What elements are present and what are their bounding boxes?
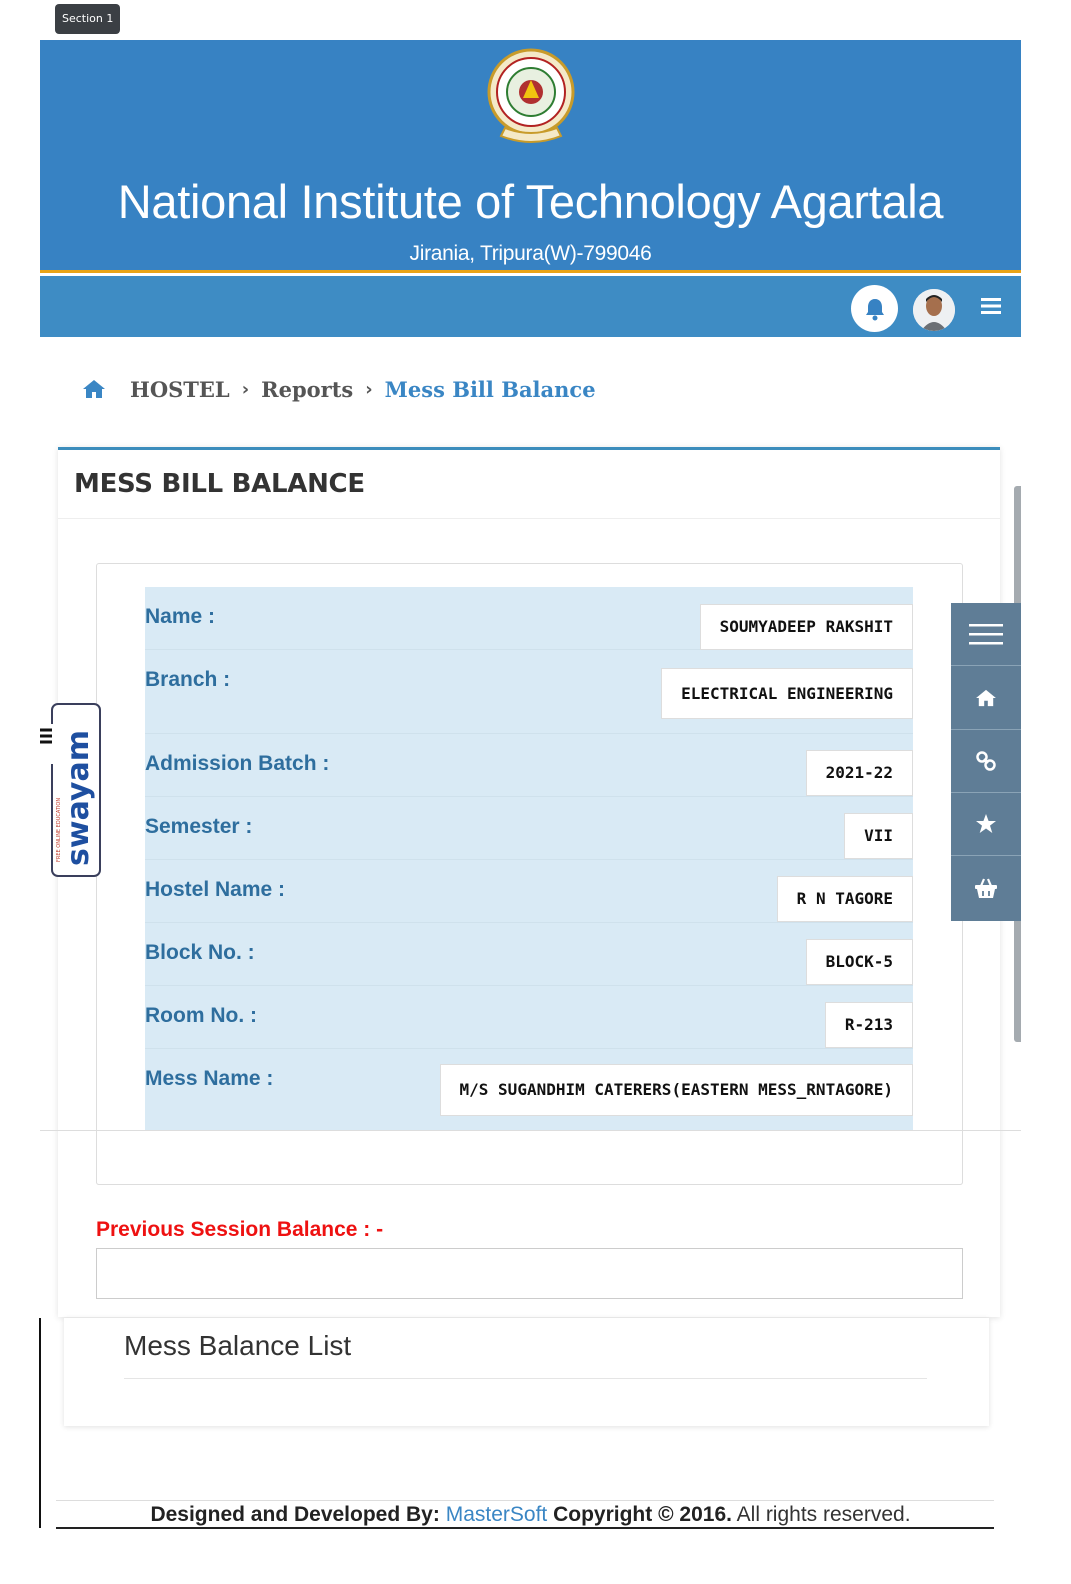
- page-title: MESS BILL BALANCE: [74, 469, 365, 499]
- block-no-label: Block No. :: [145, 941, 255, 964]
- bell-icon: [865, 298, 884, 320]
- top-navbar: [40, 276, 1021, 337]
- hostel-name-value: R N TAGORE: [776, 876, 913, 922]
- info-row-admission-batch: Admission Batch : 2021-22: [145, 734, 913, 797]
- divider: [56, 1527, 994, 1529]
- semester-value: VII: [844, 813, 913, 859]
- swayam-badge-logo[interactable]: swayam FREE ONLINE EDUCATION: [38, 700, 104, 880]
- home-icon: [976, 689, 996, 707]
- home-icon[interactable]: [82, 379, 106, 399]
- student-info-table: Name : SOUMYADEEP RAKSHIT Branch : ELECT…: [145, 587, 913, 1131]
- admission-batch-value: 2021-22: [805, 750, 913, 796]
- mess-balance-list-panel: Mess Balance List: [64, 1318, 989, 1426]
- previous-balance-label: Previous Session Balance : -: [96, 1218, 384, 1241]
- branch-value: ELECTRICAL ENGINEERING: [661, 668, 913, 719]
- mess-balance-list-title: Mess Balance List: [124, 1330, 352, 1361]
- divider: [124, 1378, 927, 1379]
- side-basket-button[interactable]: [951, 856, 1021, 919]
- breadcrumb-mess-bill-balance: Mess Bill Balance: [384, 376, 596, 402]
- side-menu-button[interactable]: [951, 603, 1021, 666]
- student-info-box-bottom: [96, 1131, 963, 1185]
- user-photo: [913, 289, 955, 331]
- side-home-button[interactable]: [951, 667, 1021, 730]
- mess-name-label: Mess Name :: [145, 1067, 274, 1090]
- hostel-name-label: Hostel Name :: [145, 878, 286, 901]
- divider: [39, 1318, 41, 1528]
- side-toolbar: [951, 603, 1021, 921]
- info-row-name: Name : SOUMYADEEP RAKSHIT: [145, 587, 913, 650]
- footer-year: © 2016.: [658, 1503, 732, 1526]
- info-row-semester: Semester : VII: [145, 797, 913, 860]
- user-avatar[interactable]: [913, 289, 955, 331]
- info-row-branch: Branch : ELECTRICAL ENGINEERING: [145, 650, 913, 734]
- section-tag: Section 1: [55, 4, 121, 34]
- previous-balance-box: [96, 1248, 963, 1299]
- admission-batch-label: Admission Batch :: [145, 752, 330, 775]
- mastersoft-link[interactable]: MasterSoft: [446, 1503, 548, 1526]
- link-icon: [976, 751, 996, 771]
- info-row-block-no: Block No. : BLOCK-5: [145, 923, 913, 986]
- mess-name-value: M/S SUGANDHIM CATERERS(EASTERN MESS_RNTA…: [439, 1064, 913, 1116]
- institute-title: National Institute of Technology Agartal…: [117, 175, 944, 228]
- divider: [58, 518, 1000, 519]
- institute-emblem-logo: [487, 48, 575, 143]
- site-header: National Institute of Technology Agartal…: [40, 40, 1021, 273]
- breadcrumb-reports[interactable]: Reports: [261, 377, 353, 402]
- info-row-mess-name: Mess Name : M/S SUGANDHIM CATERERS(EASTE…: [145, 1049, 913, 1131]
- side-favorites-button[interactable]: [951, 793, 1021, 856]
- name-value: SOUMYADEEP RAKSHIT: [699, 604, 913, 650]
- footer-prefix: Designed and Developed By:: [150, 1503, 440, 1526]
- chevron-right-icon: ›: [365, 378, 373, 400]
- swayam-tagline-text: FREE ONLINE EDUCATION: [56, 798, 62, 862]
- name-label: Name :: [145, 605, 216, 628]
- star-icon: [976, 814, 996, 833]
- semester-label: Semester :: [145, 815, 253, 838]
- swayam-brand-text: swayam: [61, 730, 96, 866]
- divider: [56, 1500, 994, 1501]
- footer-copyright: Copyright: [553, 1503, 653, 1526]
- room-no-label: Room No. :: [145, 1004, 257, 1027]
- notifications-button[interactable]: [851, 285, 898, 332]
- hamburger-menu-icon[interactable]: [980, 296, 1002, 316]
- room-no-value: R-213: [824, 1002, 913, 1048]
- block-no-value: BLOCK-5: [805, 939, 913, 985]
- footer: Designed and Developed By: MasterSoft Co…: [40, 1503, 1021, 1527]
- info-row-hostel-name: Hostel Name : R N TAGORE: [145, 860, 913, 923]
- branch-label: Branch :: [145, 668, 231, 691]
- institute-address: Jirania, Tripura(W)-799046: [409, 242, 652, 265]
- chevron-right-icon: ›: [241, 378, 250, 400]
- info-row-room-no: Room No. : R-213: [145, 986, 913, 1049]
- breadcrumb: HOSTEL › Reports › Mess Bill Balance: [82, 376, 596, 402]
- footer-rights: All rights reserved.: [736, 1503, 911, 1526]
- side-link-button[interactable]: [951, 730, 1021, 793]
- breadcrumb-hostel[interactable]: HOSTEL: [130, 377, 230, 402]
- hamburger-menu-icon: [969, 624, 1003, 645]
- basket-icon: [975, 878, 997, 898]
